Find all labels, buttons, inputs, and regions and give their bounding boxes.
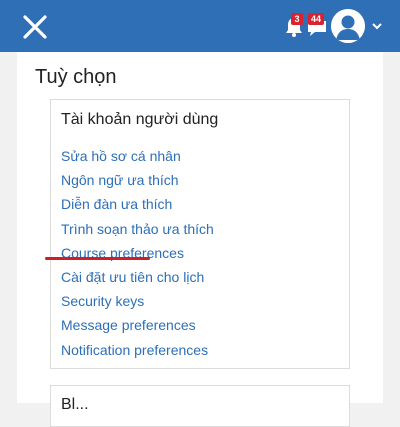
user-account-links: Sửa hồ sơ cá nhân Ngôn ngữ ưa thích Diễn…	[61, 144, 214, 362]
page-title: Tuỳ chọn	[35, 66, 117, 88]
list-item: Cài đặt ưu tiên cho lịch	[61, 265, 214, 289]
top-navbar: 3 44	[0, 0, 400, 52]
list-item: Security keys	[61, 289, 214, 313]
highlight-underline	[45, 257, 150, 260]
calendar-preferences-link[interactable]: Cài đặt ưu tiên cho lịch	[61, 269, 204, 285]
list-item: Diễn đàn ưa thích	[61, 192, 214, 216]
notification-preferences-link[interactable]: Notification preferences	[61, 342, 208, 358]
list-item: Message preferences	[61, 313, 214, 337]
security-keys-link[interactable]: Security keys	[61, 293, 144, 309]
message-preferences-link[interactable]: Message preferences	[61, 317, 196, 333]
list-item: Ngôn ngữ ưa thích	[61, 168, 214, 192]
close-icon[interactable]	[22, 14, 48, 40]
user-account-title: Tài khoản người dùng	[61, 111, 219, 128]
list-item: Sửa hồ sơ cá nhân	[61, 144, 214, 168]
preferences-panel: Tuỳ chọn Tài khoản người dùng Sửa hồ sơ …	[17, 52, 383, 427]
editor-preferences-link[interactable]: Trình soạn thảo ưa thích	[61, 221, 214, 237]
message-count-badge: 44	[308, 13, 324, 25]
list-item: Course preferences	[61, 241, 214, 265]
next-section-card: Bl...	[50, 385, 350, 427]
notification-count-badge: 3	[291, 13, 303, 25]
preferred-language-link[interactable]: Ngôn ngữ ưa thích	[61, 172, 179, 188]
list-item: Trình soạn thảo ưa thích	[61, 217, 214, 241]
user-account-card: Tài khoản người dùng Sửa hồ sơ cá nhân N…	[50, 99, 350, 369]
list-item: Notification preferences	[61, 338, 214, 362]
chevron-down-icon[interactable]	[372, 21, 382, 31]
forum-preferences-link[interactable]: Diễn đàn ưa thích	[61, 196, 172, 212]
user-avatar-icon[interactable]	[331, 9, 365, 43]
next-section-title: Bl...	[61, 396, 89, 413]
edit-profile-link[interactable]: Sửa hồ sơ cá nhân	[61, 148, 181, 164]
